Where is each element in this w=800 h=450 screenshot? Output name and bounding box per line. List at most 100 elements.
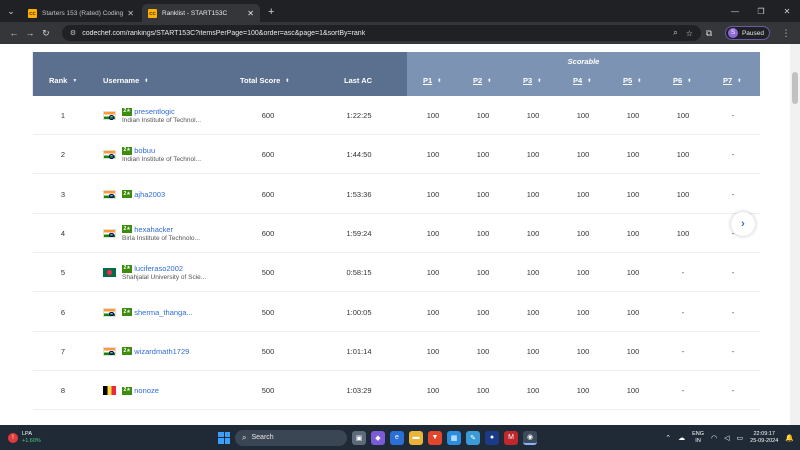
mcafee-icon[interactable]: M (504, 430, 518, 445)
header-total-score[interactable]: Total Score ⬍ (240, 76, 290, 85)
store-icon[interactable]: ▦ (447, 430, 461, 445)
problem-score-cell[interactable]: 100 (613, 175, 653, 214)
profile-button[interactable]: S Paused (724, 26, 770, 40)
copilot-icon[interactable]: ◆ (371, 430, 385, 445)
back-arrow-icon[interactable]: ← (6, 28, 22, 38)
battery-icon[interactable]: ▭ (737, 434, 744, 442)
problem-score-cell[interactable]: 100 (513, 371, 553, 410)
problem-score-cell[interactable]: 100 (613, 332, 653, 371)
problem-score-cell[interactable]: 100 (413, 371, 453, 410)
problem-score-cell[interactable]: - (713, 175, 753, 214)
windows-start-icon[interactable] (218, 431, 230, 444)
problem-score-cell[interactable]: 100 (413, 96, 453, 135)
problem-score-cell[interactable]: - (713, 371, 753, 410)
problem-score-cell[interactable]: - (663, 332, 703, 371)
problem-score-cell[interactable]: 100 (663, 96, 703, 135)
header-problem-2[interactable]: P2 ⬍ (473, 76, 491, 85)
problem-score-cell[interactable]: 100 (563, 96, 603, 135)
username-link[interactable]: presentlogic (134, 107, 174, 116)
problem-score-cell[interactable]: 100 (613, 135, 653, 174)
problem-score-cell[interactable]: 100 (463, 371, 503, 410)
header-problem-1[interactable]: P1 ⬍ (423, 76, 441, 85)
scrollbar-thumb[interactable] (792, 72, 798, 104)
window-close-icon[interactable]: ✕ (774, 7, 800, 16)
problem-score-cell[interactable]: 100 (563, 332, 603, 371)
new-tab-plus-icon[interactable]: + (262, 4, 280, 22)
menu-kebab-icon[interactable]: ⋮ (778, 28, 794, 39)
bookmark-star-icon[interactable]: ☆ (686, 29, 693, 38)
header-username[interactable]: Username ⬍ (103, 76, 148, 85)
header-problem-6[interactable]: P6 ⬍ (673, 76, 691, 85)
file-explorer-icon[interactable]: ▬ (409, 430, 423, 445)
zoom-icon[interactable]: ⌕ (673, 28, 677, 38)
problem-score-cell[interactable]: 100 (563, 214, 603, 253)
problem-score-cell[interactable]: 100 (513, 293, 553, 332)
problem-score-cell[interactable]: 100 (613, 214, 653, 253)
minimize-icon[interactable]: — (722, 7, 748, 16)
edge-browser-icon[interactable]: e (390, 430, 404, 445)
problem-score-cell[interactable]: 100 (413, 332, 453, 371)
close-icon[interactable]: ✕ (127, 9, 134, 18)
tab-search-icon[interactable]: ⌄ (0, 0, 22, 22)
wifi-icon[interactable]: ◠ (711, 434, 717, 442)
scroll-right-chevron-icon[interactable]: › (731, 212, 755, 236)
problem-score-cell[interactable]: 100 (663, 214, 703, 253)
header-problem-5[interactable]: P5 ⬍ (623, 76, 641, 85)
problem-score-cell[interactable]: 100 (413, 214, 453, 253)
problem-score-cell[interactable]: 100 (513, 332, 553, 371)
header-problem-7[interactable]: P7 ⬍ (723, 76, 741, 85)
problem-score-cell[interactable]: 100 (413, 253, 453, 292)
problem-score-cell[interactable]: - (713, 253, 753, 292)
problem-score-cell[interactable]: - (663, 371, 703, 410)
username-link[interactable]: luciferaso2002 (134, 264, 183, 273)
problem-score-cell[interactable]: 100 (413, 135, 453, 174)
username-link[interactable]: ajha2003 (134, 190, 165, 199)
forward-arrow-icon[interactable]: → (22, 28, 38, 38)
problem-score-cell[interactable]: 100 (413, 175, 453, 214)
problem-score-cell[interactable]: 100 (513, 135, 553, 174)
problem-score-cell[interactable]: 100 (463, 175, 503, 214)
chrome-icon[interactable]: ◉ (523, 430, 537, 445)
page-scrollbar[interactable] (790, 44, 800, 425)
close-icon[interactable]: ✕ (247, 9, 254, 18)
brave-browser-icon[interactable]: ▼ (428, 430, 442, 445)
problem-score-cell[interactable]: 100 (663, 175, 703, 214)
volume-icon[interactable]: ◁ (724, 434, 729, 442)
problem-score-cell[interactable]: - (663, 293, 703, 332)
problem-score-cell[interactable]: 100 (613, 253, 653, 292)
problem-score-cell[interactable]: 100 (563, 293, 603, 332)
problem-score-cell[interactable]: 100 (513, 214, 553, 253)
notification-bell-icon[interactable]: 🔔 (785, 434, 794, 442)
problem-score-cell[interactable]: 100 (613, 371, 653, 410)
widgets-button[interactable]: ! LPA +1.60% (0, 431, 120, 445)
chevron-up-icon[interactable]: ⌃ (665, 434, 671, 442)
problem-score-cell[interactable]: 100 (563, 371, 603, 410)
taskbar-search-input[interactable]: ⌕ Search (235, 429, 347, 446)
address-bar[interactable]: ⚙ codechef.com/rankings/START153C?itemsP… (61, 25, 701, 41)
problem-score-cell[interactable]: 100 (463, 253, 503, 292)
language-indicator[interactable]: ENG IN (692, 431, 704, 445)
header-problem-3[interactable]: P3 ⬍ (523, 76, 541, 85)
reload-icon[interactable]: ↻ (38, 28, 54, 39)
problem-score-cell[interactable]: 100 (513, 96, 553, 135)
cloud-icon[interactable]: ☁ (678, 434, 685, 442)
restore-icon[interactable]: ❐ (748, 7, 774, 16)
app-icon[interactable]: ● (485, 430, 499, 445)
problem-score-cell[interactable]: 100 (513, 175, 553, 214)
username-link[interactable]: sherma_thanga... (134, 308, 192, 317)
site-info-icon[interactable]: ⚙ (70, 29, 76, 37)
username-link[interactable]: hexahacker (134, 225, 173, 234)
username-link[interactable]: nonoze (134, 386, 159, 395)
header-rank[interactable]: Rank ▼ (49, 76, 77, 85)
problem-score-cell[interactable]: 100 (563, 175, 603, 214)
problem-score-cell[interactable]: 100 (463, 214, 503, 253)
vscode-icon[interactable]: ✎ (466, 430, 480, 445)
problem-score-cell[interactable]: - (663, 253, 703, 292)
extensions-icon[interactable]: ⧉ (701, 28, 717, 39)
problem-score-cell[interactable]: 100 (463, 96, 503, 135)
tab-ranklist[interactable]: CC Ranklist - START153C ✕ (142, 4, 260, 22)
tab-starters-153[interactable]: CC Starters 153 (Rated) Coding Co ✕ (22, 4, 140, 22)
header-problem-4[interactable]: P4 ⬍ (573, 76, 591, 85)
problem-score-cell[interactable]: - (713, 135, 753, 174)
problem-score-cell[interactable]: 100 (563, 135, 603, 174)
